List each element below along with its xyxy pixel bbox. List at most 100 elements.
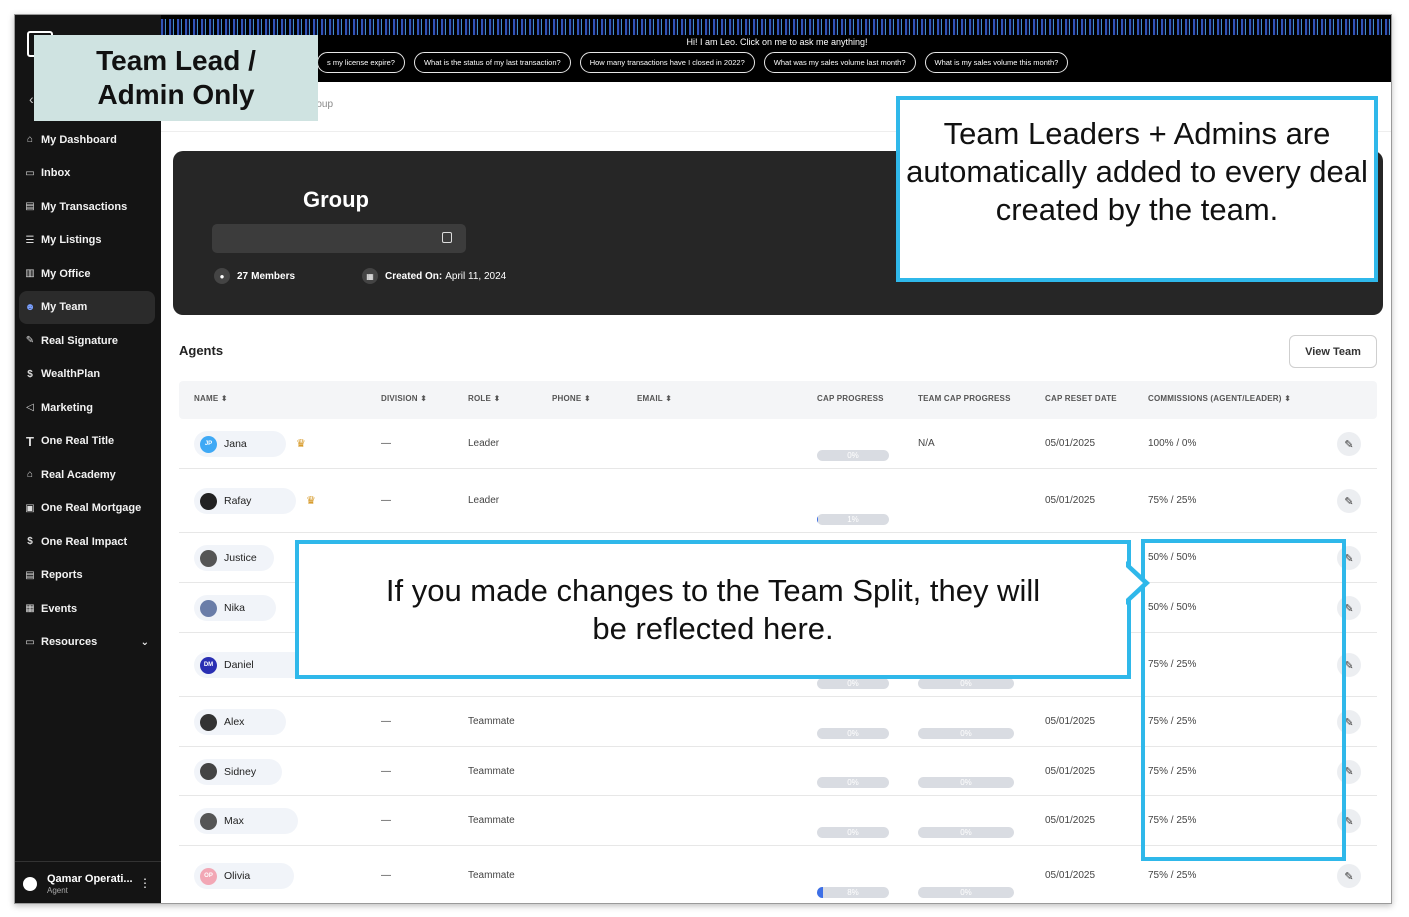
cap-progress-label: 0% [847, 451, 859, 460]
user-name: Qamar Operati... [47, 872, 133, 885]
crown-icon: ♛ [296, 438, 306, 450]
sidebar-item-one-real-title[interactable]: T One Real Title [15, 425, 161, 459]
signature-icon: ✎ [25, 335, 35, 347]
suggestion-chip[interactable]: s my license expire? [317, 52, 405, 73]
role-cell: Leader [468, 495, 500, 506]
person-icon: ● [214, 268, 230, 284]
building-icon: ▥ [25, 268, 35, 280]
sidebar-item-reports[interactable]: ▤ Reports [15, 559, 161, 593]
sidebar-item-one-real-impact[interactable]: $ One Real Impact [15, 525, 161, 559]
suggestion-chip[interactable]: What was my sales volume last month? [763, 52, 916, 73]
edit-icon[interactable]: ✎ [1337, 432, 1361, 456]
sidebar-item-my-team[interactable]: ☻ My Team [19, 290, 155, 324]
agent-name-pill[interactable]: Nika [194, 595, 276, 621]
column-commissions[interactable]: COMMISSIONS (AGENT/LEADER) ⬍ [1148, 394, 1291, 403]
sidebar-item-resources[interactable]: ▭ Resources ⌄ [15, 626, 161, 660]
sidebar-item-my-office[interactable]: ▥ My Office [15, 257, 161, 291]
division-cell: — [381, 870, 391, 881]
avatar: JP [200, 435, 217, 453]
user-role: Agent [47, 885, 68, 895]
cap-progress-bar: 0% [817, 827, 889, 838]
commissions-highlight [1141, 539, 1346, 861]
megaphone-icon: ◁ [26, 402, 34, 414]
view-team-button[interactable]: View Team [1289, 335, 1377, 368]
calendar-icon: ▦ [25, 603, 35, 615]
team-cap-progress-bar: 0% [918, 827, 1014, 838]
division-cell: — [381, 438, 391, 449]
callout-arrow-inner [1126, 567, 1143, 599]
column-name[interactable]: NAME ⬍ [194, 394, 228, 403]
suggestion-chip[interactable]: What is my sales volume this month? [924, 52, 1069, 73]
column-cap-reset-date: CAP RESET DATE [1045, 394, 1117, 403]
sidebar-item-real-signature[interactable]: ✎ Real Signature [15, 324, 161, 358]
sidebar-item-my-dashboard[interactable]: ⌂ My Dashboard [15, 123, 161, 157]
cap-reset-date-cell: 05/01/2025 [1045, 495, 1096, 506]
list-icon: ☰ [25, 234, 35, 246]
clipboard-icon: ▤ [25, 201, 35, 213]
inbox-icon: ▭ [25, 167, 35, 179]
user-profile[interactable]: Qamar Operati... Agent ⋮ [15, 861, 161, 903]
team-icon: ☻ [24, 301, 36, 313]
academy-icon: ⌂ [26, 469, 34, 481]
collapse-sidebar-icon[interactable]: ‹ [29, 91, 34, 107]
agents-heading: Agents [179, 343, 224, 358]
role-cell: Teammate [468, 870, 515, 881]
agent-name-pill[interactable]: JP Jana [194, 431, 286, 457]
agent-name: Justice [224, 552, 257, 564]
edit-icon[interactable]: ✎ [1337, 864, 1361, 888]
sidebar-item-one-real-mortgage[interactable]: ▣ One Real Mortgage [15, 492, 161, 526]
group-title: Group [303, 187, 369, 212]
column-team-cap-progress: TEAM CAP PROGRESS [918, 394, 1011, 403]
leo-greeting[interactable]: Hi! I am Leo. Click on me to ask me anyt… [161, 37, 1391, 47]
agent-name: Alex [224, 716, 245, 728]
avatar [200, 812, 217, 830]
sidebar-item-events[interactable]: ▦ Events [15, 592, 161, 626]
agent-name-pill[interactable]: Justice [194, 545, 274, 571]
more-options-icon[interactable]: ⋮ [139, 876, 151, 890]
sidebar-item-inbox[interactable]: ▭ Inbox [15, 157, 161, 191]
sidebar-item-wealthplan[interactable]: $ WealthPlan [15, 358, 161, 392]
home-icon: ⌂ [26, 134, 34, 146]
cap-progress-bar: 0% [817, 728, 889, 739]
team-cap-cell: N/A [918, 438, 935, 449]
commission-cell: 75% / 25% [1148, 870, 1197, 881]
agent-name-pill[interactable]: OP Olivia [194, 863, 294, 889]
auto-added-callout: Team Leaders + Admins are automatically … [896, 96, 1378, 282]
cap-reset-date-cell: 05/01/2025 [1045, 870, 1096, 881]
role-cell: Teammate [468, 716, 515, 727]
title-icon: T [26, 433, 34, 449]
column-phone[interactable]: PHONE ⬍ [552, 394, 591, 403]
sidebar-item-my-transactions[interactable]: ▤ My Transactions [15, 190, 161, 224]
cap-reset-date-cell: 05/01/2025 [1045, 765, 1096, 777]
agent-name-pill[interactable]: Max [194, 808, 298, 834]
folder-icon: ▭ [25, 636, 35, 648]
table-row: JP Jana ♛ — Leader 0% N/A 05/01/2025 100% / 0%… [179, 419, 1377, 469]
sidebar-item-my-listings[interactable]: ☰ My Listings [15, 224, 161, 258]
team-cap-progress-label: 0% [960, 778, 972, 787]
team-cap-progress-bar: 0% [918, 887, 1014, 898]
commission-cell: 100% / 0% [1148, 438, 1197, 449]
division-cell: — [381, 716, 391, 727]
impact-icon: $ [27, 536, 33, 548]
members-count: ● 27 Members [214, 268, 298, 284]
agent-name-pill[interactable]: Sidney [194, 758, 282, 785]
suggestion-chip[interactable]: How many transactions have I closed in 2… [579, 52, 755, 73]
sidebar-item-marketing[interactable]: ◁ Marketing [15, 391, 161, 425]
team-cap-progress-bar: 0% [918, 777, 1014, 788]
table-row: Rafay ♛ — Leader 1% 05/01/2025 75% / 25% ✎ [179, 469, 1377, 533]
column-role[interactable]: ROLE ⬍ [468, 394, 500, 403]
agent-name-pill[interactable]: Rafay [194, 488, 296, 514]
agent-name: Rafay [224, 495, 252, 507]
sidebar-nav: ⌂ My Dashboard ▭ Inbox ▤ My Transactions ☰ M… [15, 123, 161, 659]
agent-name-pill[interactable]: Alex [194, 709, 286, 735]
column-division[interactable]: DIVISION ⬍ [381, 394, 427, 403]
leo-assistant-banner[interactable]: Hi! I am Leo. Click on me to ask me anyt… [161, 15, 1391, 82]
edit-icon[interactable]: ✎ [1337, 489, 1361, 513]
column-email[interactable]: EMAIL ⬍ [637, 394, 672, 403]
avatar: DM [200, 656, 217, 674]
suggestion-chip[interactable]: What is the status of my last transactio… [413, 52, 571, 73]
sidebar-item-real-academy[interactable]: ⌂ Real Academy [15, 458, 161, 492]
sidebar: ‹ ⌂ My Dashboard ▭ Inbox ▤ My Transactions … [15, 15, 161, 903]
copy-icon[interactable] [442, 232, 452, 243]
division-cell: — [381, 815, 391, 826]
